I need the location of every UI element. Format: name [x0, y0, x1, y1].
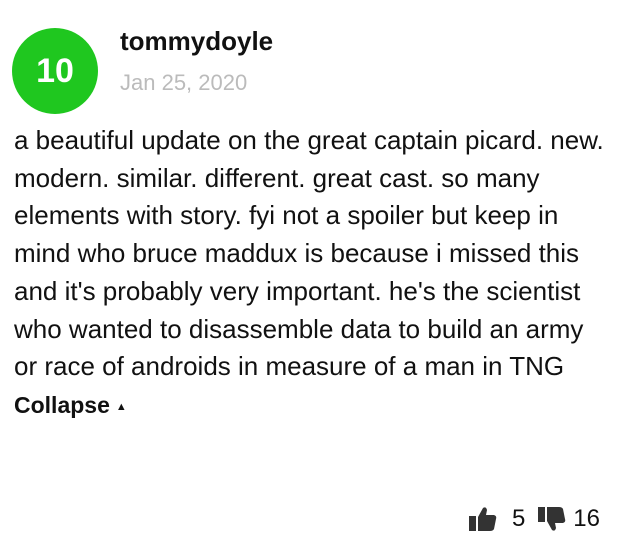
collapse-toggle[interactable]: Collapse ▲: [14, 392, 127, 418]
vote-bar: 5 16: [468, 505, 600, 533]
thumbs-up-count: 5: [511, 505, 526, 532]
user-review: 10 tommydoyle Jan 25, 2020 a beautiful u…: [0, 0, 618, 542]
thumbs-down-icon: [538, 507, 566, 531]
thumbs-up-icon: [468, 507, 497, 531]
score-badge: 10: [12, 28, 98, 114]
caret-up-icon: ▲: [115, 400, 127, 413]
thumbs-up-button[interactable]: [468, 506, 498, 532]
collapse-label: Collapse: [14, 391, 110, 418]
thumbs-down-button[interactable]: [537, 506, 567, 532]
thumbs-down-count: 16: [573, 505, 600, 532]
review-date: Jan 25, 2020: [120, 70, 248, 95]
author-name[interactable]: tommydoyle: [120, 26, 273, 57]
review-text: a beautiful update on the great captain …: [14, 125, 604, 382]
score-value: 10: [36, 51, 74, 90]
review-body: a beautiful update on the great captain …: [14, 122, 610, 427]
